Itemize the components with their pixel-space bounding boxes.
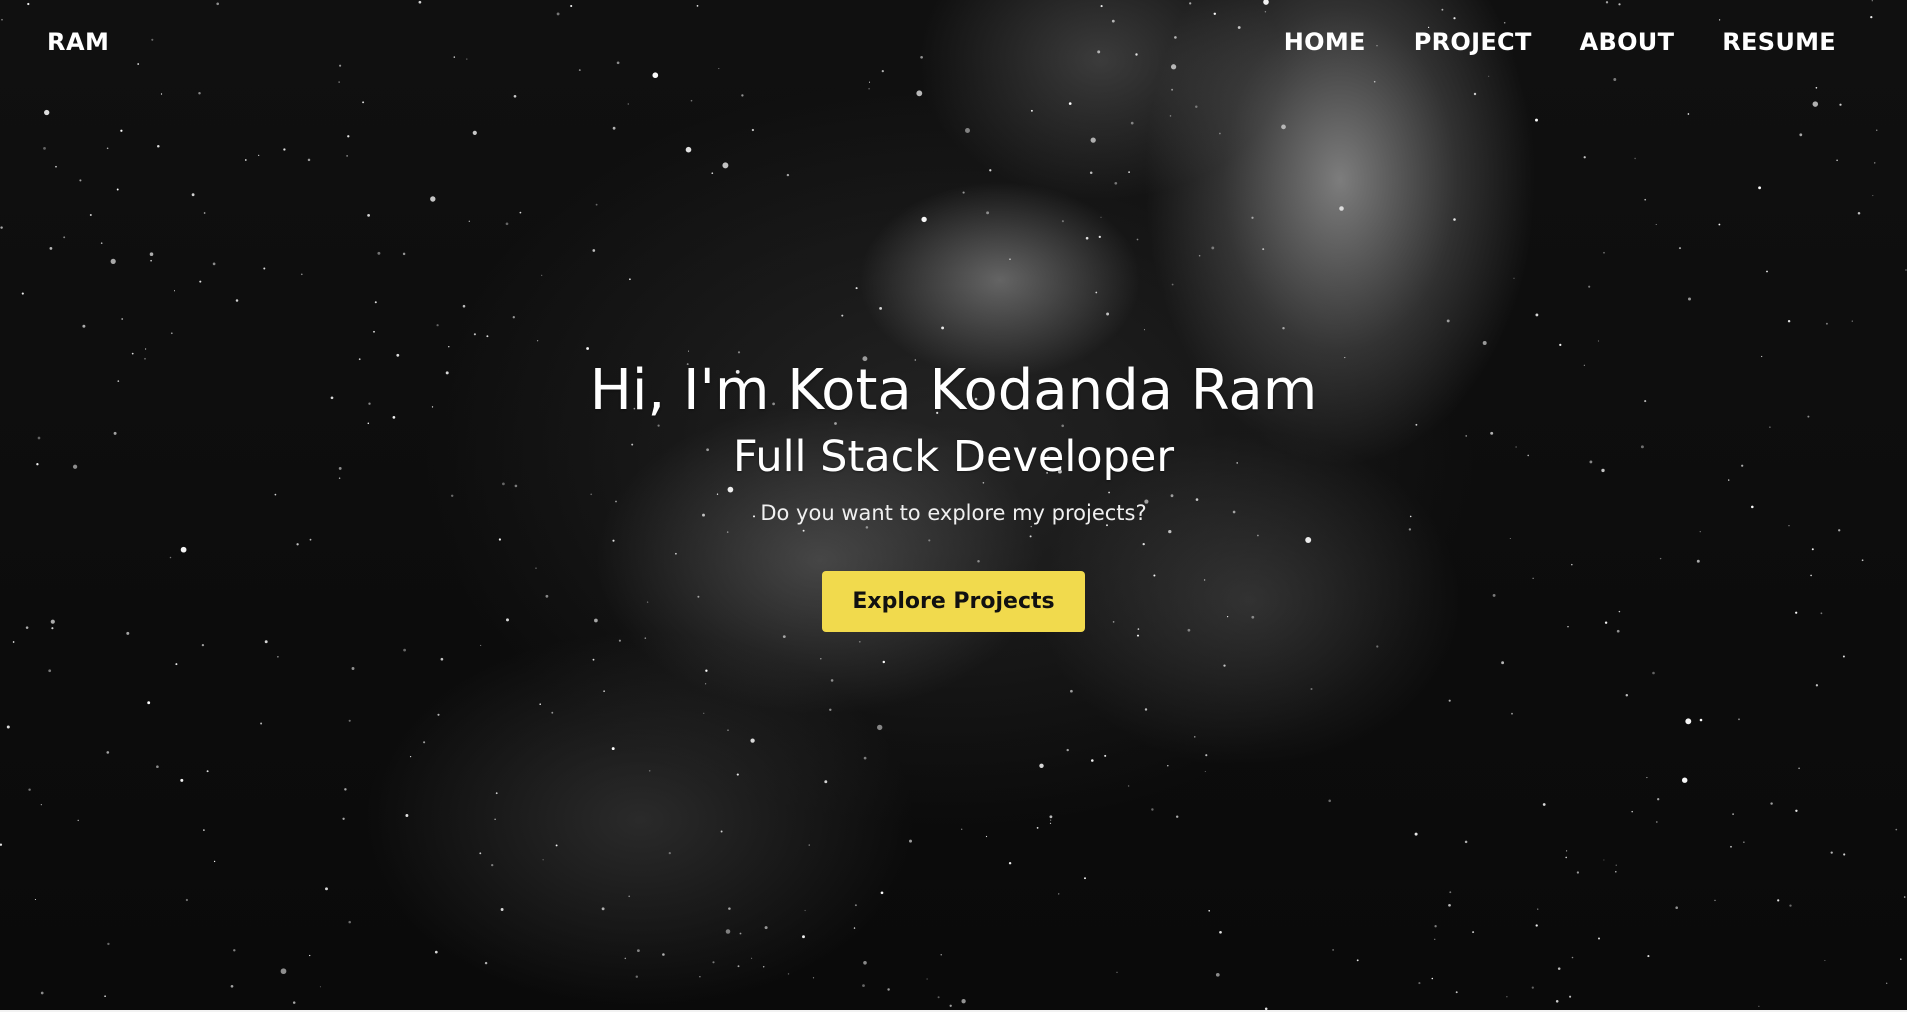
nav-about[interactable]: ABOUT <box>1580 28 1675 56</box>
hero-section: Hi, I'm Kota Kodanda Ram Full Stack Deve… <box>0 355 1907 632</box>
main-nav: HOME PROJECT ABOUT RESUME <box>1284 28 1836 56</box>
nav-project[interactable]: PROJECT <box>1414 28 1532 56</box>
hero-subtitle: Full Stack Developer <box>732 432 1175 482</box>
hero-page: RAM HOME PROJECT ABOUT RESUME Hi, I'm Ko… <box>0 0 1907 1012</box>
nav-home[interactable]: HOME <box>1284 28 1366 56</box>
explore-projects-button[interactable]: Explore Projects <box>822 571 1085 632</box>
hero-tagline: Do you want to explore my projects? <box>760 501 1147 525</box>
hero-title: Hi, I'm Kota Kodanda Ram <box>589 358 1318 423</box>
brand-logo[interactable]: RAM <box>47 28 109 56</box>
nav-resume[interactable]: RESUME <box>1722 28 1836 56</box>
